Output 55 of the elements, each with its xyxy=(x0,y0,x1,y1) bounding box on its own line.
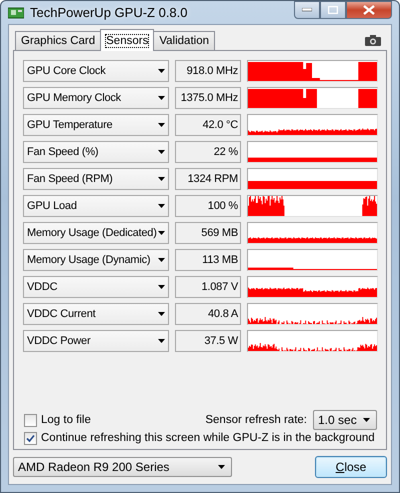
caret-icon xyxy=(158,123,165,127)
caret-icon xyxy=(158,96,165,100)
caret-icon xyxy=(158,69,165,73)
checkbox[interactable] xyxy=(24,414,37,426)
sensor-dropdown[interactable]: Memory Usage (Dynamic) xyxy=(23,249,169,271)
maximize-button[interactable] xyxy=(320,1,346,19)
sensor-value: 37.5 W xyxy=(175,330,241,352)
sensor-dropdown[interactable]: VDDC Power xyxy=(23,330,169,352)
caret-icon xyxy=(158,204,165,208)
sensor-value: 1.087 V xyxy=(175,276,241,298)
caret-icon xyxy=(158,312,165,316)
minimize-icon xyxy=(302,8,312,12)
graphics-card-icon xyxy=(8,6,24,18)
sensor-value: 113 MB xyxy=(175,249,241,271)
sensor-dropdown[interactable]: GPU Core Clock xyxy=(23,60,169,82)
device-dropdown[interactable]: AMD Radeon R9 200 Series xyxy=(13,457,232,477)
sensor-dropdown[interactable]: Fan Speed (RPM) xyxy=(23,168,169,190)
sensor-value: 1375.0 MHz xyxy=(175,87,241,109)
close-icon xyxy=(363,5,375,15)
caret-icon xyxy=(158,285,165,289)
sensor-dropdown[interactable]: Memory Usage (Dedicated) xyxy=(23,222,169,244)
caret-icon xyxy=(158,339,165,343)
sensor-value: 22 % xyxy=(175,141,241,163)
sensor-value: 40.8 A xyxy=(175,303,241,325)
refresh-rate-label: Sensor refresh rate: xyxy=(205,414,307,426)
sensor-value: 42.0 °C xyxy=(175,114,241,136)
window-close-button[interactable] xyxy=(346,1,392,19)
tab[interactable]: Validation xyxy=(153,31,215,50)
caret-icon xyxy=(158,177,165,181)
caret-icon xyxy=(218,465,225,469)
sensor-value: 569 MB xyxy=(175,222,241,244)
sensor-value: 918.0 MHz xyxy=(175,60,241,82)
tab[interactable]: Graphics Card xyxy=(15,31,102,50)
sensor-value: 100 % xyxy=(175,195,241,217)
sensor-dropdown[interactable]: VDDC Current xyxy=(23,303,169,325)
checkbox-label: Continue refreshing this screen while GPU-Z is in the background xyxy=(41,432,375,444)
refresh-rate-dropdown[interactable]: 1.0 sec xyxy=(313,410,377,430)
checkbox-label: Log to file xyxy=(41,414,91,426)
sensor-dropdown[interactable]: VDDC xyxy=(23,276,169,298)
caret-icon xyxy=(158,150,165,154)
window-title: TechPowerUp GPU-Z 0.8.0 xyxy=(30,5,189,20)
sensor-dropdown[interactable]: GPU Memory Clock xyxy=(23,87,169,109)
caret-icon xyxy=(158,231,165,235)
sensor-dropdown[interactable]: GPU Load xyxy=(23,195,169,217)
camera-icon[interactable] xyxy=(365,35,381,46)
sensor-dropdown[interactable]: GPU Temperature xyxy=(23,114,169,136)
tab[interactable]: Sensors xyxy=(100,29,154,51)
minimize-button[interactable] xyxy=(294,1,320,19)
maximize-icon xyxy=(328,6,338,14)
caret-icon xyxy=(158,258,165,262)
sensor-dropdown[interactable]: Fan Speed (%) xyxy=(23,141,169,163)
caret-icon xyxy=(363,418,370,422)
close-button[interactable]: Close xyxy=(315,456,387,478)
sensor-value: 1324 RPM xyxy=(175,168,241,190)
checkbox[interactable] xyxy=(24,432,37,444)
